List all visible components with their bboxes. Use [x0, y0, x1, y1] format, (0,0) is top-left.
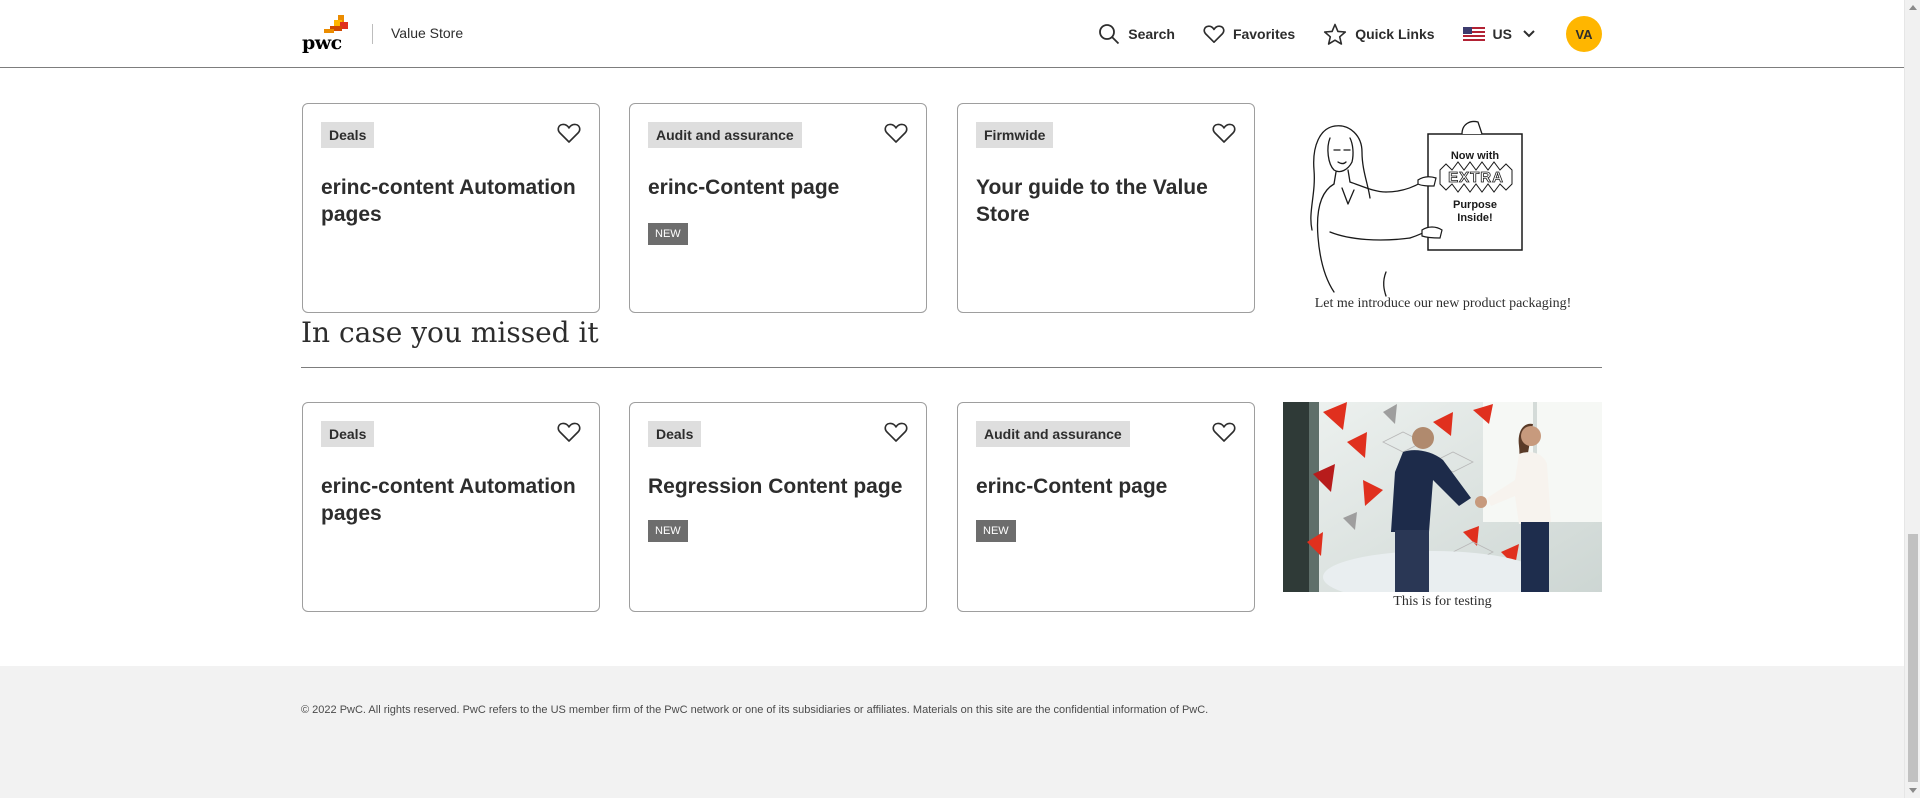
category-tag: Audit and assurance — [648, 122, 802, 148]
category-tag: Deals — [321, 421, 375, 447]
us-flag-icon — [1462, 27, 1485, 41]
content-card[interactable]: Deals Regression Content page NEW — [629, 402, 927, 612]
brand-name[interactable]: Value Store — [391, 25, 463, 41]
promo-illustration[interactable]: Now with EXTRA Purpose Inside! — [1290, 112, 1530, 297]
header-inner: pwc Value Store Search Favorites Quick L… — [302, 0, 1602, 68]
favorites-button[interactable]: Favorites — [1203, 24, 1295, 44]
section-divider — [301, 367, 1602, 368]
page-scrollbar[interactable] — [1904, 0, 1920, 798]
search-icon — [1099, 24, 1120, 45]
scroll-thumb[interactable] — [1908, 534, 1918, 782]
promo-photo[interactable] — [1283, 402, 1602, 592]
content-card[interactable]: Firmwide Your guide to the Value Store — [957, 103, 1255, 313]
woman-holding-sign-illustration: Now with EXTRA Purpose Inside! — [1310, 120, 1523, 297]
scroll-up-arrow[interactable] — [1909, 5, 1917, 10]
locale-selector[interactable]: US — [1462, 26, 1536, 42]
logo-text: pwc — [302, 32, 342, 54]
new-badge: NEW — [648, 223, 688, 245]
sign-line: Now with — [1451, 150, 1500, 162]
category-tag: Audit and assurance — [976, 421, 1130, 447]
favorites-label: Favorites — [1232, 26, 1296, 42]
content-card[interactable]: Audit and assurance erinc-Content page N… — [629, 103, 927, 313]
site-footer: © 2022 PwC. All rights reserved. PwC ref… — [0, 666, 1904, 798]
page: pwc Value Store Search Favorites Quick L… — [0, 0, 1920, 798]
new-badge: NEW — [648, 520, 688, 542]
locale-label: US — [1492, 26, 1512, 42]
content-card[interactable]: Deals erinc-content Automation pages — [302, 402, 600, 612]
promo-caption: Let me introduce our new product packagi… — [1314, 296, 1572, 311]
heart-icon[interactable] — [1212, 122, 1236, 144]
chevron-down-icon — [1523, 30, 1535, 38]
header-nav: Search Favorites Quick Links US VA — [1070, 0, 1602, 68]
star-icon — [1324, 23, 1347, 45]
sign-line: Inside! — [1457, 212, 1492, 224]
search-button[interactable]: Search — [1098, 23, 1175, 45]
category-tag: Deals — [321, 122, 375, 148]
site-header: pwc Value Store Search Favorites Quick L… — [0, 0, 1904, 68]
heart-icon[interactable] — [557, 421, 581, 443]
pwc-logo[interactable]: pwc — [302, 14, 354, 54]
user-avatar[interactable]: VA — [1566, 16, 1602, 52]
footer-copyright: © 2022 PwC. All rights reserved. PwC ref… — [301, 704, 1209, 716]
quick-links-label: Quick Links — [1355, 26, 1435, 42]
scroll-down-arrow[interactable] — [1909, 788, 1917, 793]
quick-links-button[interactable]: Quick Links — [1323, 23, 1435, 46]
card-title[interactable]: erinc-content Automation pages — [321, 473, 586, 527]
heart-icon[interactable] — [1212, 421, 1236, 443]
card-title[interactable]: Regression Content page — [648, 473, 913, 500]
category-tag: Deals — [648, 421, 702, 447]
heart-icon[interactable] — [884, 122, 908, 144]
promo-caption: This is for testing — [1393, 594, 1492, 609]
card-title[interactable]: erinc-Content page — [976, 473, 1241, 500]
search-label: Search — [1128, 26, 1175, 42]
content-card[interactable]: Audit and assurance erinc-Content page N… — [957, 402, 1255, 612]
logo-divider — [372, 24, 373, 44]
card-title[interactable]: erinc-content Automation pages — [321, 174, 586, 228]
card-title[interactable]: erinc-Content page — [648, 174, 913, 201]
sign-line: Purpose — [1453, 199, 1497, 211]
section-title: In case you missed it — [301, 316, 599, 349]
handshake-photo — [1283, 402, 1602, 592]
sign-line: EXTRA — [1448, 169, 1504, 186]
heart-icon[interactable] — [557, 122, 581, 144]
card-title[interactable]: Your guide to the Value Store — [976, 174, 1241, 228]
new-badge: NEW — [976, 520, 1016, 542]
heart-icon — [1203, 25, 1225, 43]
heart-icon[interactable] — [884, 421, 908, 443]
content-card[interactable]: Deals erinc-content Automation pages — [302, 103, 600, 313]
category-tag: Firmwide — [976, 122, 1054, 148]
